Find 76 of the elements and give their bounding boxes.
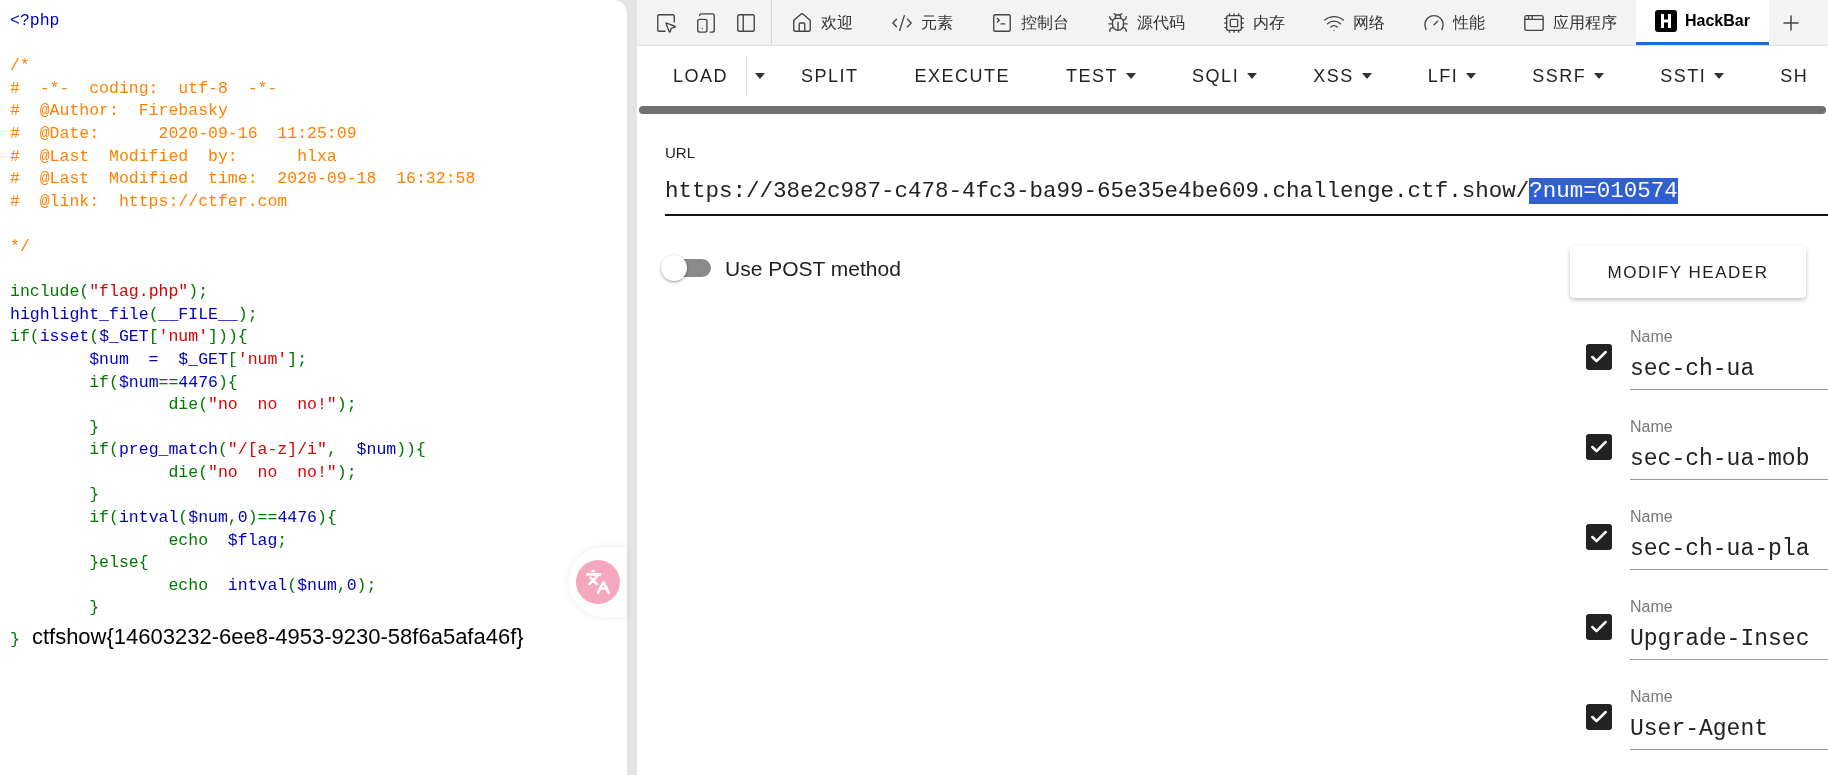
toolbar-button[interactable]: SSRF xyxy=(1504,56,1633,96)
caret-icon xyxy=(1126,73,1137,79)
toolbar-button[interactable]: SSTI xyxy=(1632,56,1753,96)
code-line: } xyxy=(10,629,20,652)
code-line: } xyxy=(88,485,100,505)
toolbar-button[interactable]: XSS xyxy=(1285,56,1400,96)
header-checkbox[interactable] xyxy=(1586,704,1612,731)
code-line: */ xyxy=(10,236,30,256)
toolbar-button[interactable]: SPLIT xyxy=(773,56,887,96)
code-line: if($num==4476){ xyxy=(88,372,238,392)
header-checkbox[interactable] xyxy=(1586,614,1612,641)
code-line: # @Date: 2020-09-16 11:25:09 xyxy=(10,123,357,143)
devtools-tab[interactable]: 源代码 xyxy=(1088,0,1204,45)
hackbar-logo-icon xyxy=(1655,10,1677,32)
caret-icon xyxy=(755,73,766,79)
field-label: Name xyxy=(1630,507,1673,525)
field-label: Name xyxy=(1630,687,1673,705)
field-label: Name xyxy=(1630,327,1673,345)
url-label: URL xyxy=(665,143,695,163)
devtools-tab[interactable]: HackBar xyxy=(1636,0,1769,45)
devtools-tab[interactable]: 应用程序 xyxy=(1504,0,1636,45)
devtools-tab[interactable]: 内存 xyxy=(1204,0,1304,45)
inspect-icon[interactable] xyxy=(655,11,677,34)
code-line: }else{ xyxy=(88,553,149,573)
toolbar-button[interactable]: EXECUTE xyxy=(886,56,1039,96)
devtools-tab[interactable]: 控制台 xyxy=(972,0,1088,45)
code-line: # @Last Modified by: hlxa xyxy=(10,146,337,166)
code-line: <?php xyxy=(10,11,60,30)
code-line: } xyxy=(88,417,100,437)
header-name-field[interactable]: Name sec-ch-ua-pla xyxy=(1630,504,1828,570)
code-line: if(preg_match("/[a-z]/i", $num)){ xyxy=(88,440,426,460)
code-line: } xyxy=(88,598,100,618)
url-field[interactable]: https://38e2c987-c478-4fc3-ba99-65e35e4be609.challenge.ctf.show/?num=010574 xyxy=(665,174,1828,217)
field-label: Name xyxy=(1630,597,1673,615)
devtools-tab[interactable]: 元素 xyxy=(872,0,972,45)
caret-icon xyxy=(1714,73,1725,79)
code-line: # @Last Modified time: 2020-09-18 16:32:58 xyxy=(10,169,476,189)
header-checkbox[interactable] xyxy=(1586,524,1612,551)
translate-icon xyxy=(585,569,611,595)
header-checkbox[interactable] xyxy=(1586,434,1612,461)
field-label: Name xyxy=(1630,417,1673,435)
toolbar-button[interactable]: LFI xyxy=(1399,56,1505,96)
code-line: /* xyxy=(10,56,30,76)
header-name-field[interactable]: Name sec-ch-ua xyxy=(1630,324,1828,390)
toolbar-button[interactable]: SQLI xyxy=(1164,56,1286,96)
devtools-tab[interactable]: 欢迎 xyxy=(772,0,872,45)
output-text: ctfshow{14603232-6ee8-4953-9230-58f6a5afa46f} xyxy=(31,626,524,649)
devtools-tab[interactable]: 网络 xyxy=(1304,0,1404,45)
code-line: highlight_file(__FILE__); xyxy=(10,304,258,324)
code-line: # @link: https://ctfer.com xyxy=(10,191,288,211)
code-line: # -*- coding: utf-8 -*- xyxy=(10,78,278,98)
caret-icon xyxy=(1247,73,1258,79)
code-line: die("no no no!"); xyxy=(167,462,357,482)
code-line: echo intval($num,0); xyxy=(167,575,377,595)
code-line: $num = $_GET['num']; xyxy=(88,349,308,369)
code-line: die("no no no!"); xyxy=(167,395,357,415)
header-name-field[interactable]: Name User-Agent xyxy=(1630,684,1828,750)
caret-icon xyxy=(1361,73,1372,79)
device-icon[interactable] xyxy=(695,11,717,34)
code-line: # @Author: Firebasky xyxy=(10,101,228,121)
caret-icon xyxy=(1594,73,1605,79)
header-name-field[interactable]: Name sec-ch-ua-mob xyxy=(1630,414,1828,480)
sidebar-icon[interactable] xyxy=(735,11,757,34)
code-line: echo $flag; xyxy=(167,530,288,550)
toolbar-button[interactable]: LOAD xyxy=(655,56,747,96)
header-name-field[interactable]: Name Upgrade-Insec xyxy=(1630,594,1828,660)
post-toggle-label: Use POST method xyxy=(725,255,901,282)
header-checkbox[interactable] xyxy=(1586,344,1612,371)
devtools-tab[interactable]: 性能 xyxy=(1404,0,1504,45)
toolbar-button[interactable]: SH xyxy=(1752,56,1828,96)
modify-header-button[interactable]: MODIFY HEADER xyxy=(1570,246,1806,299)
code-line: if(isset($_GET['num'])){ xyxy=(10,327,248,347)
toolbar-button[interactable]: TEST xyxy=(1038,56,1165,96)
code-line: include("flag.php"); xyxy=(10,282,209,302)
caret-icon xyxy=(1466,73,1477,79)
code-line: if(intval($num,0)==4476){ xyxy=(88,508,337,528)
